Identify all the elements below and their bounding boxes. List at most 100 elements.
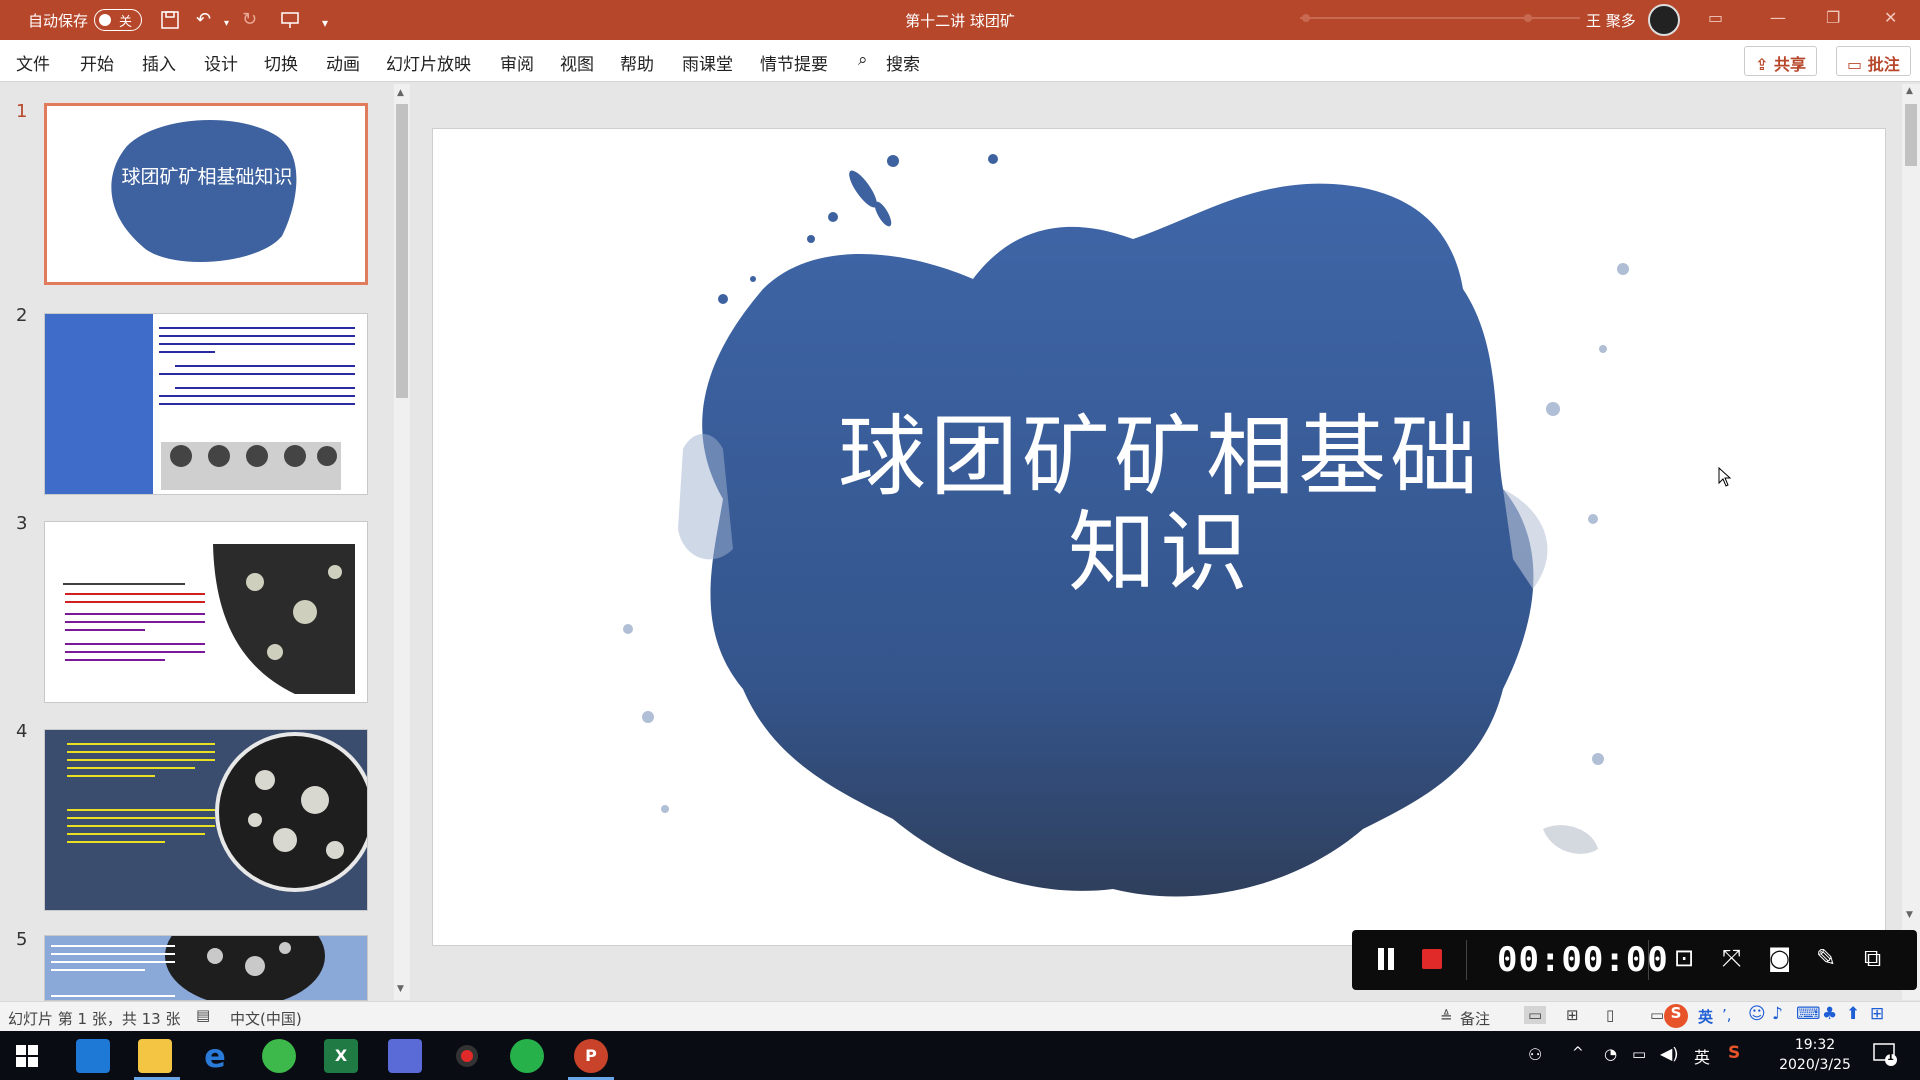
slideshow-view-icon[interactable]: ▭ xyxy=(1650,1006,1664,1024)
menu-home[interactable]: 开始 xyxy=(80,50,114,75)
menu-storyboard[interactable]: 情节提要 xyxy=(760,50,828,75)
scroll-down-icon[interactable]: ▼ xyxy=(1906,910,1913,920)
slide-title-line-1: 球团矿矿相基础 xyxy=(837,405,1482,508)
excel-icon[interactable]: X xyxy=(324,1039,358,1073)
show-hidden-icons[interactable]: ^ xyxy=(1572,1045,1584,1061)
menu-view[interactable]: 视图 xyxy=(560,50,594,75)
punctuation-icon[interactable]: ’, xyxy=(1722,1006,1732,1024)
search-icon[interactable]: ⌕ xyxy=(858,50,868,70)
stop-record-icon[interactable] xyxy=(1422,949,1442,969)
wifi-icon[interactable]: ◔ xyxy=(1604,1045,1617,1063)
restore-icon[interactable]: ❐ xyxy=(1826,8,1840,27)
slide-sorter-icon[interactable]: ⊞ xyxy=(1566,1006,1579,1024)
file-explorer-icon[interactable] xyxy=(138,1039,172,1073)
slide-scrollbar[interactable]: ▲ ▼ xyxy=(1902,84,1920,1000)
close-icon[interactable]: ✕ xyxy=(1884,8,1897,27)
clock[interactable]: 19:32 2020/3/25 xyxy=(1770,1035,1860,1075)
thumb-1-art xyxy=(111,119,297,263)
focus-capture-icon[interactable]: ⊡ xyxy=(1674,944,1694,972)
comments-button[interactable]: ▭ 批注 xyxy=(1836,46,1911,76)
recording-timer: 00:00:00 xyxy=(1497,940,1669,980)
user-name[interactable]: 王 聚多 xyxy=(1586,10,1636,31)
notes-icon[interactable]: ≜ xyxy=(1440,1008,1453,1026)
thumb-number: 2 xyxy=(16,305,28,326)
camera-icon[interactable]: ◙ xyxy=(1768,944,1791,972)
thumb-3-art xyxy=(63,544,355,694)
thumbnail-slide-3[interactable] xyxy=(44,521,368,703)
notification-count: 1 xyxy=(1887,1052,1894,1063)
voice-icon[interactable]: ♪ xyxy=(1772,1004,1783,1024)
scroll-down-icon[interactable]: ▼ xyxy=(397,984,404,994)
thumb-5-art xyxy=(51,936,325,1000)
menu-animations[interactable]: 动画 xyxy=(326,50,360,75)
menu-insert[interactable]: 插入 xyxy=(142,50,176,75)
spellcheck-icon[interactable]: ▤ xyxy=(196,1006,210,1024)
menu-file[interactable]: 文件 xyxy=(16,50,50,75)
search-label[interactable]: 搜索 xyxy=(886,50,920,75)
thumbnail-slide-1[interactable]: 球团矿矿相基础知识 xyxy=(44,103,368,285)
slide-thumbnail-panel: 1 球团矿矿相基础知识 2 3 4 5 xyxy=(0,83,415,1001)
scroll-up-icon[interactable]: ▲ xyxy=(397,88,404,98)
keyboard-icon[interactable]: ⌨ xyxy=(1796,1004,1821,1024)
thumbnail-slide-5[interactable] xyxy=(44,935,368,1001)
scrollbar-thumb[interactable] xyxy=(1905,104,1917,166)
thumbnail-slide-2[interactable] xyxy=(44,313,368,495)
menu-rain-classroom[interactable]: 雨课堂 xyxy=(682,50,733,75)
comments-label: 批注 xyxy=(1867,55,1900,74)
ime-toolbar: S 英 ’, ☺ ♪ ⌨ ♣ ⬆ ⊞ xyxy=(1664,1004,1920,1031)
emoji-icon[interactable]: ☺ xyxy=(1748,1004,1766,1024)
scroll-up-icon[interactable]: ▲ xyxy=(1906,86,1913,96)
browser-icon[interactable] xyxy=(262,1039,296,1073)
powerpoint-icon[interactable]: P xyxy=(574,1039,608,1073)
app-icon[interactable] xyxy=(388,1039,422,1073)
recorder-app-icon[interactable] xyxy=(450,1039,484,1073)
fullscreen-exit-icon[interactable]: ⤧ xyxy=(1722,944,1741,972)
pen-icon[interactable]: ✎ xyxy=(1816,944,1836,972)
clock-time: 19:32 xyxy=(1794,1037,1836,1053)
sogou-icon[interactable]: S xyxy=(1664,1004,1688,1028)
skin-icon[interactable]: ♣ xyxy=(1822,1004,1837,1024)
scrollbar-thumb[interactable] xyxy=(396,104,408,398)
menu-slideshow[interactable]: 幻灯片放映 xyxy=(386,50,471,75)
share-button[interactable]: ⇪ 共享 xyxy=(1744,46,1817,76)
minimize-icon[interactable]: — xyxy=(1770,8,1786,27)
people-icon[interactable]: ⚇ xyxy=(1528,1045,1542,1064)
ie-icon[interactable]: e xyxy=(198,1039,232,1073)
input-language[interactable]: 英 xyxy=(1694,1044,1710,1068)
share-label: 共享 xyxy=(1773,55,1806,74)
thumb-1-title: 球团矿矿相基础知识 xyxy=(121,166,293,188)
status-bar: 幻灯片 第 1 张，共 13 张 ▤ 中文(中国) ≜ 备注 ▭ ⊞ ▯ ▭ S… xyxy=(0,1001,1920,1031)
thumb-2-text-lines xyxy=(159,327,355,490)
menu-review[interactable]: 审阅 xyxy=(500,50,534,75)
start-icon[interactable] xyxy=(16,1045,38,1071)
slide-canvas[interactable]: 球团矿矿相基础 知识 xyxy=(432,128,1886,946)
language-label[interactable]: 中文(中国) xyxy=(230,1008,302,1029)
reading-view-icon[interactable]: ▯ xyxy=(1606,1006,1614,1024)
title-decoration xyxy=(1300,14,1580,22)
ime-mode[interactable]: 英 xyxy=(1698,1006,1713,1027)
store-icon[interactable] xyxy=(76,1039,110,1073)
battery-icon[interactable]: ▭ xyxy=(1632,1045,1646,1063)
wechat-icon[interactable] xyxy=(510,1039,544,1073)
volume-icon[interactable]: ◀) xyxy=(1660,1044,1679,1063)
user-avatar[interactable] xyxy=(1648,4,1680,36)
shirt-icon[interactable]: ⬆ xyxy=(1846,1004,1860,1024)
slide-counter: 幻灯片 第 1 张，共 13 张 xyxy=(8,1010,181,1028)
menu-design[interactable]: 设计 xyxy=(204,50,238,75)
menu-transitions[interactable]: 切换 xyxy=(264,50,298,75)
notes-button[interactable]: 备注 xyxy=(1460,1008,1490,1029)
toolbox-icon[interactable]: ⊞ xyxy=(1870,1004,1884,1024)
slide-title[interactable]: 球团矿矿相基础 知识 xyxy=(433,405,1885,601)
thumb-number: 4 xyxy=(16,721,28,742)
ribbon-display-icon[interactable]: ▭ xyxy=(1708,8,1723,27)
thumbnail-scrollbar[interactable]: ▲ ▼ xyxy=(394,84,410,1000)
menu-help[interactable]: 帮助 xyxy=(620,50,654,75)
notification-icon[interactable]: 1 xyxy=(1872,1041,1898,1071)
pause-icon-bar xyxy=(1388,948,1394,970)
pause-icon[interactable] xyxy=(1378,948,1384,970)
sogou-tray-icon[interactable]: S xyxy=(1728,1043,1740,1063)
title-bar: 自动保存 关 ↶ ▾ ↻ ▾ 第十二讲 球团矿 王 聚多 ▭ — ❐ ✕ xyxy=(0,0,1920,40)
thumbnail-slide-4[interactable] xyxy=(44,729,368,911)
window-mode-icon[interactable]: ⧉ xyxy=(1864,944,1881,972)
normal-view-icon[interactable]: ▭ xyxy=(1524,1006,1547,1024)
